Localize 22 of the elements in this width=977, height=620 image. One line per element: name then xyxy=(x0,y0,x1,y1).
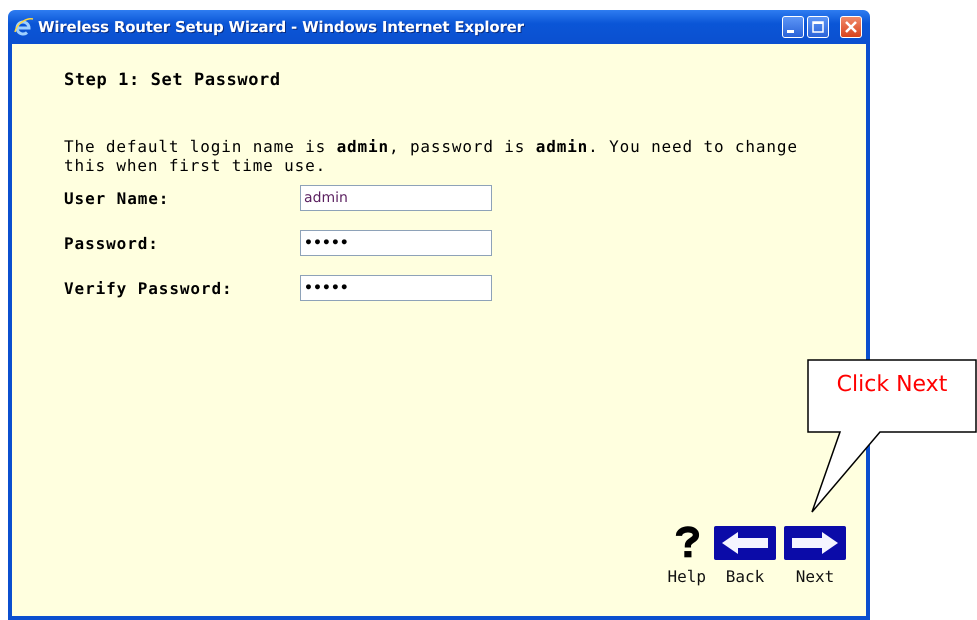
maximize-icon xyxy=(810,19,826,35)
instruction-text: The default login name is admin, password is admin. You need to change this when first time use. xyxy=(64,137,799,175)
browser-logo-icon xyxy=(14,17,34,37)
back-button[interactable]: Back xyxy=(714,526,776,586)
field-label: User Name: xyxy=(64,188,170,208)
step-title: Step 1: Set Password xyxy=(64,70,282,90)
close-icon xyxy=(843,19,859,35)
arrow-right-icon xyxy=(784,526,846,560)
close-button[interactable] xyxy=(840,16,862,38)
minimize-button[interactable] xyxy=(782,16,804,38)
maximize-button[interactable] xyxy=(807,16,829,38)
text-field[interactable]: admin xyxy=(300,185,492,211)
window-title: Wireless Router Setup Wizard - Windows Internet Explorer xyxy=(38,18,525,36)
password-field[interactable]: ••••• xyxy=(300,230,492,256)
password-field[interactable]: ••••• xyxy=(300,275,492,301)
arrow-left-icon xyxy=(714,526,776,560)
minimize-icon xyxy=(787,30,794,33)
help-button[interactable]: Help xyxy=(667,526,706,586)
field-label: Password: xyxy=(64,234,160,252)
next-button[interactable]: Next xyxy=(784,526,846,586)
field-label: Verify Password: xyxy=(64,278,234,298)
callout-text: Click Next xyxy=(836,372,948,397)
